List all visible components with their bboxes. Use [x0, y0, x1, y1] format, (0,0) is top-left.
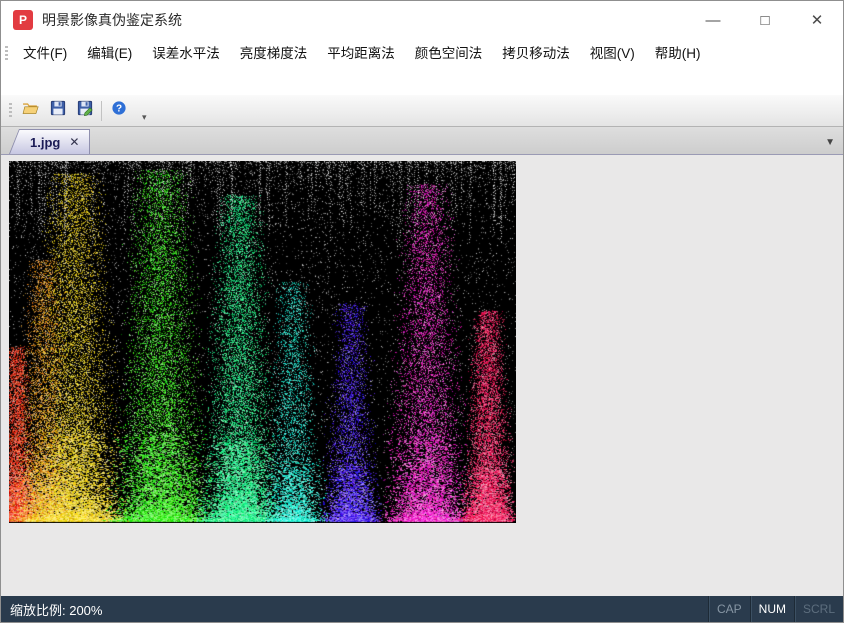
- menu-file[interactable]: 文件(F): [13, 39, 77, 69]
- menubar-grip-handle[interactable]: [5, 46, 8, 62]
- tab-list-dropdown-icon[interactable]: ▼: [825, 137, 835, 148]
- menu-view[interactable]: 视图(V): [580, 39, 645, 69]
- window-title: 明景影像真伪鉴定系统: [42, 10, 182, 30]
- toolbar-overflow-chevron-icon[interactable]: ▾: [138, 112, 151, 126]
- folder-open-icon: [22, 100, 39, 122]
- tab-bar: 1.jpg ✕ ▼: [1, 127, 843, 155]
- titlebar: P 明景影像真伪鉴定系统 — □ ✕: [1, 1, 843, 39]
- menu-color-space[interactable]: 颜色空间法: [405, 39, 493, 69]
- analysis-image-canvas[interactable]: [9, 161, 516, 523]
- menu-luminance-grad[interactable]: 亮度梯度法: [230, 39, 318, 69]
- tab-label: 1.jpg: [30, 135, 60, 150]
- tab-close-icon[interactable]: ✕: [69, 135, 79, 149]
- maximize-button[interactable]: □: [739, 1, 791, 39]
- menu-error-level[interactable]: 误差水平法: [142, 39, 230, 69]
- save-copy-button[interactable]: [71, 98, 98, 123]
- menu-edit[interactable]: 编辑(E): [77, 39, 142, 69]
- open-file-button[interactable]: [17, 98, 44, 123]
- menu-copy-move[interactable]: 拷贝移动法: [492, 39, 580, 69]
- num-lock-indicator: NUM: [750, 596, 794, 622]
- zoom-status-text: 缩放比例: 200%: [10, 600, 102, 619]
- app-icon: P: [13, 10, 33, 30]
- toolbar-grip-handle[interactable]: [9, 103, 12, 119]
- menu-help[interactable]: 帮助(H): [645, 39, 711, 69]
- svg-text:?: ?: [115, 104, 121, 115]
- statusbar: 缩放比例: 200% CAP NUM SCRL: [1, 596, 843, 622]
- keyboard-indicators: CAP NUM SCRL: [708, 596, 843, 622]
- scroll-lock-indicator: SCRL: [794, 596, 843, 622]
- caps-lock-indicator: CAP: [708, 596, 750, 622]
- save-icon: [50, 100, 66, 121]
- document-area: [1, 155, 843, 596]
- close-button[interactable]: ✕: [791, 1, 843, 39]
- app-window: P 明景影像真伪鉴定系统 — □ ✕ 文件(F) 编辑(E) 误差水平法 亮度梯…: [0, 0, 844, 623]
- save-as-icon: [77, 100, 93, 121]
- minimize-button[interactable]: —: [687, 1, 739, 39]
- toolbar: ? ▾: [1, 95, 843, 127]
- app-icon-letter: P: [19, 13, 27, 27]
- menu-avg-distance[interactable]: 平均距离法: [317, 39, 405, 69]
- save-button[interactable]: [44, 98, 71, 123]
- rebar-spacer: [1, 69, 843, 95]
- help-icon: ?: [111, 100, 127, 121]
- tab-1jpg[interactable]: 1.jpg ✕: [9, 129, 90, 154]
- help-button[interactable]: ?: [105, 98, 132, 123]
- window-controls: — □ ✕: [687, 1, 843, 39]
- menubar: 文件(F) 编辑(E) 误差水平法 亮度梯度法 平均距离法 颜色空间法 拷贝移动…: [1, 39, 843, 69]
- toolbar-separator: [101, 101, 102, 121]
- tab-1jpg-inner: 1.jpg ✕: [10, 130, 89, 154]
